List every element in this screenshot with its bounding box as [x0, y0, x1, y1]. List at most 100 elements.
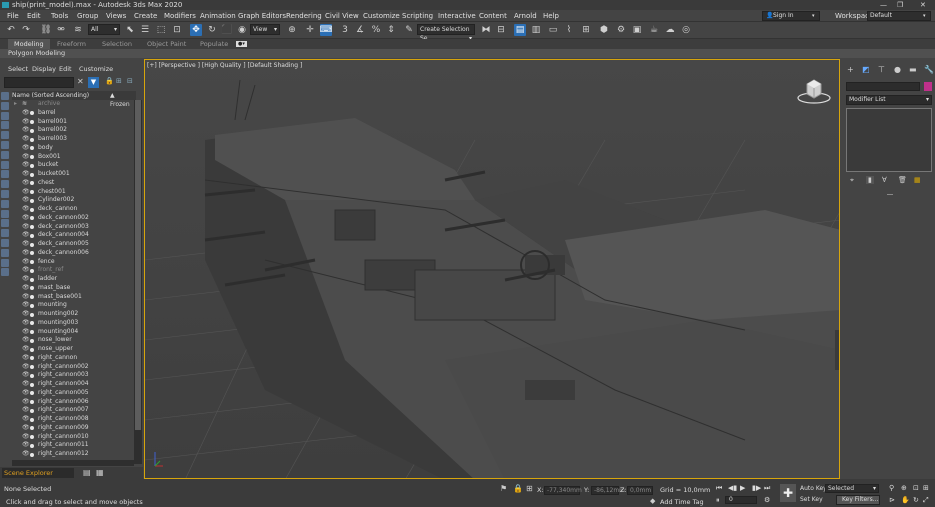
zoom-all-icon[interactable]: ⊕	[901, 484, 907, 492]
viewcube[interactable]	[795, 76, 833, 106]
render-production-icon[interactable]: ☕	[648, 24, 660, 36]
rendered-frame-window-icon[interactable]: ▣	[631, 24, 643, 36]
se-menu-edit[interactable]: Edit	[59, 63, 72, 75]
viewport-label[interactable]: [+] [Perspective ] [High Quality ] [Defa…	[147, 62, 302, 69]
explorer-options-icon[interactable]: ▦	[96, 468, 104, 477]
menu-views[interactable]: Views	[106, 10, 126, 22]
tab-selection[interactable]: Selection	[102, 39, 132, 49]
configure-modifier-sets-icon[interactable]: ▦	[914, 176, 921, 184]
object-color-swatch[interactable]	[924, 82, 932, 91]
menu-file[interactable]: File	[7, 10, 19, 22]
ribbon-options-button[interactable]: ●▾	[236, 41, 247, 47]
tree-row[interactable]: 👁 barrel001	[12, 118, 133, 127]
filter-toggle-icon[interactable]	[1, 248, 9, 257]
select-move-icon[interactable]: ✥	[190, 24, 202, 36]
close-button[interactable]: ✕	[920, 0, 926, 10]
settings-icon[interactable]	[1, 268, 9, 277]
tree-row[interactable]: 👁 right_cannon012	[12, 450, 133, 459]
tree-row[interactable]: 👁 deck_cannon005	[12, 240, 133, 249]
visibility-eye-icon[interactable]: 👁	[22, 433, 30, 442]
xrefs-filter-icon[interactable]	[1, 160, 9, 169]
maximize-button[interactable]: ❐	[897, 0, 903, 10]
key-mode-icon[interactable]: ⏸	[716, 496, 720, 505]
menu-create[interactable]: Create	[134, 10, 157, 22]
render-setup-icon[interactable]: ⚙	[615, 24, 627, 36]
visibility-eye-icon[interactable]: 👁	[22, 240, 30, 249]
tree-row[interactable]: 👁 mounting002	[12, 310, 133, 319]
tree-horizontal-scrollbar[interactable]	[12, 460, 134, 466]
menu-interactive[interactable]: Interactive	[438, 10, 476, 22]
visibility-eye-icon[interactable]: 👁	[22, 266, 30, 275]
menu-content[interactable]: Content	[479, 10, 507, 22]
modifier-stack[interactable]	[846, 108, 932, 172]
tree-row[interactable]: 👁 chest	[12, 179, 133, 188]
visibility-eye-icon[interactable]: 👁	[22, 153, 30, 162]
tree-row[interactable]: 👁 deck_cannon002	[12, 214, 133, 223]
tree-row[interactable]: 👁 right_cannon003	[12, 371, 133, 380]
snaps-toggle-icon[interactable]: 3	[339, 24, 351, 36]
auto-key-button[interactable]: Auto Key	[800, 485, 827, 492]
bind-space-warp-icon[interactable]: ≋	[72, 24, 84, 36]
tree-row[interactable]: 👁 front_ref	[12, 266, 133, 275]
set-key-button[interactable]: Set Key	[800, 496, 823, 503]
workspace-dropdown[interactable]: Default ▾	[867, 11, 931, 21]
visibility-eye-icon[interactable]: 👁	[22, 214, 30, 223]
previous-frame-icon[interactable]: ◀▮	[728, 484, 737, 492]
unlink-icon[interactable]: ⚮	[55, 24, 67, 36]
window-crossing-icon[interactable]: ⊡	[171, 24, 183, 36]
tree-row[interactable]: 👁 right_cannon002	[12, 363, 133, 372]
material-editor-icon[interactable]: ⬢	[598, 24, 610, 36]
next-frame-icon[interactable]: ▮▶	[752, 484, 761, 492]
toggle-ribbon-icon[interactable]: ▭	[547, 24, 559, 36]
render-cloud-icon[interactable]: ☁	[664, 24, 676, 36]
tree-row[interactable]: 👁 ladder	[12, 275, 133, 284]
name-column-header[interactable]: Name (Sorted Ascending) ▲ Frozen	[12, 91, 136, 108]
menu-customize[interactable]: Customize	[363, 10, 400, 22]
zoom-icon[interactable]: ⚲	[889, 484, 894, 492]
tree-row[interactable]: 👁 Cylinder002	[12, 196, 133, 205]
tree-row[interactable]: 👁 deck_cannon	[12, 205, 133, 214]
find-icon[interactable]	[1, 258, 9, 267]
visibility-eye-icon[interactable]: 👁	[22, 441, 30, 450]
frozen-filter-icon[interactable]	[1, 189, 9, 198]
tree-row[interactable]: 👁 mast_base001	[12, 293, 133, 302]
visibility-eye-icon[interactable]: 👁	[22, 170, 30, 179]
sync-selection-icon[interactable]	[1, 238, 9, 247]
lock-icon[interactable]: 🔒	[105, 77, 114, 85]
visibility-eye-icon[interactable]: 👁	[22, 380, 30, 389]
layer-explorer-icon[interactable]: ▤	[83, 468, 91, 477]
edit-named-selection-icon[interactable]: ✎	[403, 24, 415, 36]
menu-scripting[interactable]: Scripting	[402, 10, 433, 22]
object-name-field[interactable]	[846, 82, 920, 91]
add-time-tag[interactable]: Add Time Tag	[660, 498, 704, 506]
time-config-icon[interactable]: ⚙	[764, 496, 770, 504]
menu-arnold[interactable]: Arnold	[514, 10, 537, 22]
show-end-result-icon[interactable]: ▮	[866, 176, 874, 184]
visibility-eye-icon[interactable]: 👁	[22, 415, 30, 424]
isolate-selection-icon[interactable]: ⚑	[500, 484, 507, 493]
tree-row[interactable]: 👁 bucket001	[12, 170, 133, 179]
visibility-eye-icon[interactable]: 👁	[22, 231, 30, 240]
tree-row[interactable]: 👁 chest001	[12, 188, 133, 197]
visibility-eye-icon[interactable]: 👁	[22, 424, 30, 433]
polygon-modeling-panel[interactable]: Polygon Modeling	[0, 49, 935, 58]
visibility-eye-icon[interactable]: 👁	[22, 319, 30, 328]
reference-coord-dropdown[interactable]: View ▾	[250, 24, 280, 35]
visibility-eye-icon[interactable]: 👁	[22, 284, 30, 293]
se-menu-customize[interactable]: Customize	[79, 63, 113, 75]
select-manipulate-icon[interactable]: ✛	[304, 24, 316, 36]
tree-row[interactable]: 👁 right_cannon010	[12, 433, 133, 442]
scene-explorer-toggle-icon[interactable]: ▤	[514, 24, 526, 36]
display-all-icon[interactable]	[1, 209, 9, 218]
visibility-eye-icon[interactable]: 👁	[22, 345, 30, 354]
visibility-eye-icon[interactable]: 👁	[22, 363, 30, 372]
visibility-eye-icon[interactable]: 👁	[22, 161, 30, 170]
tree-row[interactable]: 👁 deck_cannon006	[12, 249, 133, 258]
scene-explorer-tab[interactable]: Scene Explorer	[2, 468, 74, 478]
curve-editor-icon[interactable]: ⌇	[563, 24, 575, 36]
visibility-eye-icon[interactable]: 👁	[22, 406, 30, 415]
containers-filter-icon[interactable]	[1, 180, 9, 189]
tab-modeling[interactable]: Modeling	[8, 39, 50, 49]
tree-row[interactable]: 👁 right_cannon008	[12, 415, 133, 424]
tree-row[interactable]: 👁 fence	[12, 258, 133, 267]
